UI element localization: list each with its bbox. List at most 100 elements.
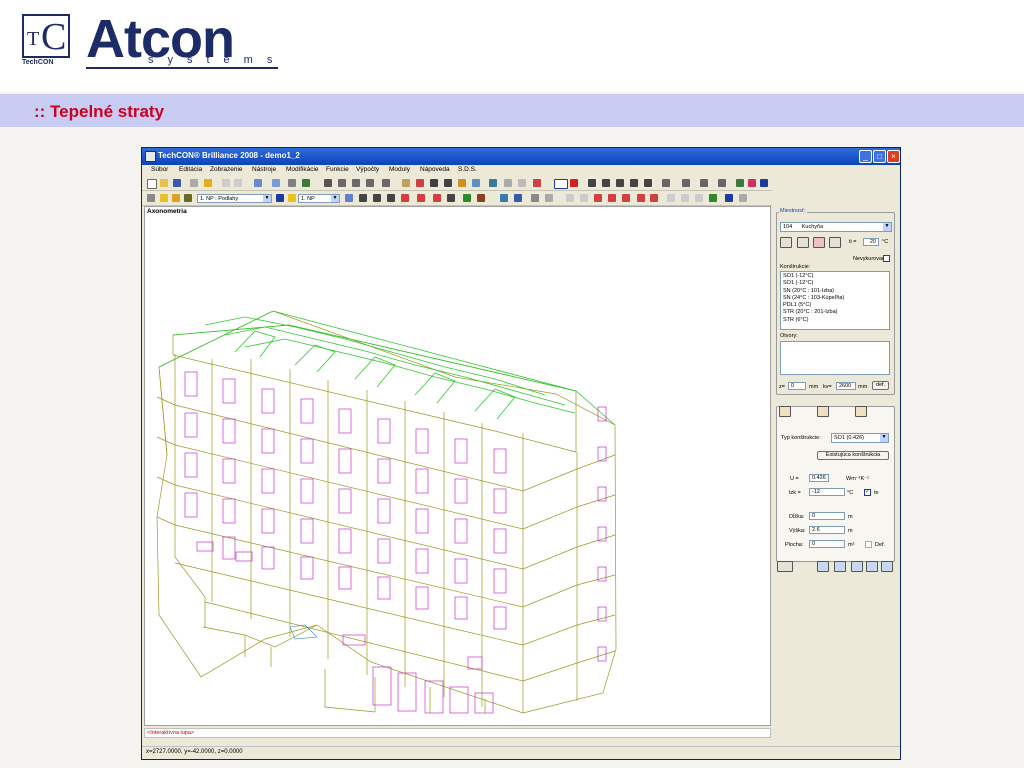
room-delete-icon[interactable] xyxy=(813,237,825,248)
cross-icon[interactable] xyxy=(417,194,425,202)
stairs-icon[interactable] xyxy=(373,194,381,202)
align-right-icon[interactable] xyxy=(881,561,893,572)
remove-icon[interactable] xyxy=(650,194,658,202)
column-icon[interactable] xyxy=(387,194,395,202)
pen-icon[interactable] xyxy=(739,194,747,202)
list-item[interactable]: STR (6°C) xyxy=(783,317,887,324)
disabled-c-icon[interactable] xyxy=(667,194,675,202)
constructions-list[interactable]: SO1 (-12°C) SO1 (-12°C) SN (20°C : 101-I… xyxy=(780,271,890,330)
level-select[interactable]: 1. NP ▼ xyxy=(298,194,340,203)
ti-input[interactable]: 20 xyxy=(863,238,879,246)
floor-color-icon[interactable] xyxy=(276,194,284,202)
maximize-button[interactable]: □ xyxy=(873,150,886,163)
menu-sds[interactable]: S.D.S. xyxy=(458,166,477,173)
kv-input[interactable]: 2600 xyxy=(836,382,856,390)
layers-icon[interactable] xyxy=(302,179,310,187)
layout-icon[interactable] xyxy=(254,179,262,187)
rectangle-icon[interactable] xyxy=(616,179,624,187)
heat-source-icon[interactable] xyxy=(594,194,602,202)
calc-icon[interactable] xyxy=(500,194,508,202)
new-icon[interactable] xyxy=(147,179,157,189)
minimize-button[interactable]: _ xyxy=(859,150,872,163)
te-checkbox[interactable]: ✓ xyxy=(864,489,871,496)
open-icon[interactable] xyxy=(160,179,168,187)
print-icon[interactable] xyxy=(190,179,198,187)
move-icon[interactable] xyxy=(430,179,438,187)
room-copy-icon[interactable] xyxy=(829,237,841,248)
roof-tool-icon[interactable] xyxy=(477,194,485,202)
ortho-icon[interactable] xyxy=(518,179,526,187)
section-icon[interactable] xyxy=(345,194,353,202)
options-icon[interactable] xyxy=(531,194,539,202)
construction-type-select[interactable]: SO1 (0.426) ▼ xyxy=(831,433,889,443)
polyline-icon[interactable] xyxy=(602,179,610,187)
mark-icon[interactable] xyxy=(533,179,541,187)
report-icon[interactable] xyxy=(834,561,846,572)
tab-wall-icon[interactable] xyxy=(779,406,791,417)
target-icon[interactable] xyxy=(401,194,409,202)
existing-construction-button[interactable]: Existujúca konštrukcia xyxy=(817,451,889,460)
hatch-icon[interactable] xyxy=(682,179,690,187)
brush-icon[interactable] xyxy=(359,194,367,202)
list-item[interactable]: SN (20°C : 101-Izba) xyxy=(783,288,887,295)
chevron-down-icon[interactable]: ▼ xyxy=(263,195,271,202)
help-icon[interactable] xyxy=(204,179,212,187)
table-icon[interactable] xyxy=(514,194,522,202)
pipe-icon[interactable] xyxy=(622,194,630,202)
list-item[interactable]: SO1 (-12°C) xyxy=(783,273,887,280)
floor-tool-icon[interactable] xyxy=(463,194,471,202)
unheated-checkbox[interactable] xyxy=(883,255,890,262)
symbol-icon[interactable] xyxy=(748,179,756,187)
axonometry-canvas[interactable]: Axonometria xyxy=(144,206,771,726)
ts-icon[interactable] xyxy=(554,179,568,189)
floor-select[interactable]: 1. NP : Podlahy ▼ xyxy=(197,194,272,203)
disabled-e-icon[interactable] xyxy=(695,194,703,202)
u-input[interactable]: 0.426 xyxy=(809,474,829,482)
disabled-a-icon[interactable] xyxy=(566,194,574,202)
chevron-down-icon[interactable]: ▼ xyxy=(880,434,888,442)
export-icon[interactable] xyxy=(545,194,553,202)
window-tool-icon[interactable] xyxy=(433,194,441,202)
slab-icon[interactable] xyxy=(718,179,726,187)
tzk-input[interactable]: -12 xyxy=(809,488,845,496)
disabled-d-icon[interactable] xyxy=(681,194,689,202)
lock-icon[interactable] xyxy=(172,194,180,202)
refresh-icon[interactable] xyxy=(444,179,452,187)
print-preview-icon[interactable] xyxy=(147,194,155,202)
dimension-icon[interactable] xyxy=(662,179,670,187)
menu-subor[interactable]: Súbor xyxy=(151,166,168,173)
chevron-down-icon[interactable]: ▼ xyxy=(883,223,891,231)
z-input[interactable]: 0 xyxy=(788,382,806,390)
triangle-icon[interactable] xyxy=(458,179,466,187)
layer-color-icon[interactable] xyxy=(184,194,192,202)
menu-zobrazenie[interactable]: Zobrazenie xyxy=(210,166,243,173)
radiator-icon[interactable] xyxy=(608,194,616,202)
orbit-icon[interactable] xyxy=(416,179,424,187)
menu-funkcie[interactable]: Funkcie xyxy=(326,166,349,173)
redo-icon[interactable] xyxy=(234,179,242,187)
delete-icon[interactable] xyxy=(637,194,645,202)
wall-icon[interactable] xyxy=(700,179,708,187)
north-icon[interactable] xyxy=(760,179,768,187)
copy-icon[interactable] xyxy=(272,179,280,187)
menu-napoveda[interactable]: Nápoveda xyxy=(420,166,450,173)
menu-modifikacie[interactable]: Modifikácie xyxy=(286,166,319,173)
align-left-icon[interactable] xyxy=(851,561,863,572)
menu-nastroje[interactable]: Nástroje xyxy=(252,166,276,173)
tab-window-icon[interactable] xyxy=(817,406,829,417)
close-button[interactable]: × xyxy=(887,150,900,163)
disabled-b-icon[interactable] xyxy=(580,194,588,202)
zoom-in-icon[interactable] xyxy=(338,179,346,187)
chart-icon[interactable] xyxy=(817,561,829,572)
area-def-checkbox[interactable] xyxy=(865,541,872,548)
tab-door-icon[interactable] xyxy=(855,406,867,417)
line-icon[interactable] xyxy=(588,179,596,187)
chevron-down-icon[interactable]: ▼ xyxy=(331,195,339,202)
zoom-window-icon[interactable] xyxy=(324,179,332,187)
def-button[interactable]: def. xyxy=(872,381,889,390)
room-add-icon[interactable] xyxy=(797,237,809,248)
floor-light-icon[interactable] xyxy=(288,194,296,202)
room-select[interactable]: 104 Kuchyňa ▼ xyxy=(780,222,892,232)
bucket-icon[interactable] xyxy=(725,194,733,202)
circle-icon[interactable] xyxy=(630,179,638,187)
